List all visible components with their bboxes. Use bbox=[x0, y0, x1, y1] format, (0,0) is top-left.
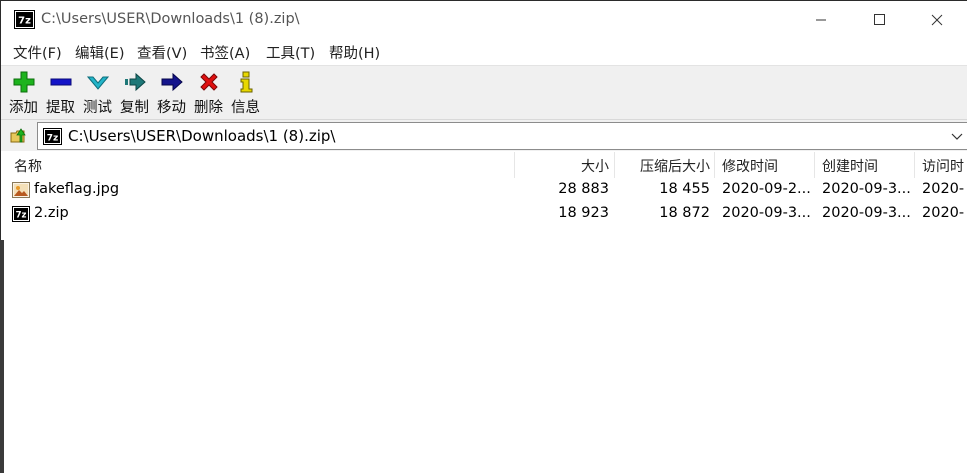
menu-bookmarks[interactable]: 书签(A) bbox=[200, 42, 250, 63]
menu-help[interactable]: 帮助(H) bbox=[329, 42, 380, 63]
info-label: 信息 bbox=[231, 100, 260, 116]
file-modified: 2020-09-2... bbox=[722, 181, 811, 197]
test-label: 测试 bbox=[83, 100, 112, 116]
copy-arrow-icon bbox=[125, 72, 146, 92]
extract-button[interactable]: 提取 bbox=[46, 66, 78, 120]
info-icon bbox=[240, 71, 253, 93]
column-divider[interactable] bbox=[814, 152, 815, 178]
plus-icon bbox=[13, 71, 35, 93]
folder-up-icon[interactable] bbox=[10, 126, 28, 144]
add-label: 添加 bbox=[9, 100, 38, 116]
test-button[interactable]: 测试 bbox=[83, 66, 115, 120]
window-title: C:\Users\USER\Downloads\1 (8).zip\ bbox=[41, 11, 300, 27]
menu-view[interactable]: 查看(V) bbox=[137, 42, 187, 63]
minus-icon bbox=[50, 78, 72, 86]
app-window: 7z C:\Users\USER\Downloads\1 (8).zip\ 文件… bbox=[0, 0, 967, 473]
file-name: fakeflag.jpg bbox=[34, 181, 120, 197]
copy-label: 复制 bbox=[120, 100, 149, 116]
move-arrow-icon bbox=[161, 72, 183, 92]
menu-bar: 文件(F) 编辑(E) 查看(V) 书签(A) 工具(T) 帮助(H) bbox=[1, 39, 967, 65]
svg-text:7z: 7z bbox=[16, 211, 27, 221]
background-edge bbox=[0, 240, 4, 473]
address-bar[interactable]: 7z C:\Users\USER\Downloads\1 (8).zip\ bbox=[37, 122, 967, 150]
toolbar: 添加 提取 测试 复制 移动 删除 信息 bbox=[1, 65, 967, 119]
file-created: 2020-09-3... bbox=[822, 205, 911, 221]
file-packed-size: 18 872 bbox=[659, 205, 710, 221]
table-row[interactable]: fakeflag.jpg 28 883 18 455 2020-09-2... … bbox=[6, 178, 967, 202]
svg-text:7z: 7z bbox=[47, 134, 59, 144]
menu-tools[interactable]: 工具(T) bbox=[266, 42, 315, 63]
move-button[interactable]: 移动 bbox=[157, 66, 189, 120]
column-divider[interactable] bbox=[614, 152, 615, 178]
7z-archive-icon: 7z bbox=[43, 128, 62, 145]
file-list: 名称 大小 压缩后大小 修改时间 创建时间 访问时 fakeflag.jpg 2… bbox=[6, 152, 967, 473]
column-divider[interactable] bbox=[914, 152, 915, 178]
column-divider[interactable] bbox=[714, 152, 715, 178]
delete-button[interactable]: 删除 bbox=[194, 66, 226, 120]
maximize-icon bbox=[874, 14, 885, 25]
minimize-icon bbox=[816, 19, 826, 21]
address-row: 7z C:\Users\USER\Downloads\1 (8).zip\ bbox=[1, 119, 967, 151]
column-modified[interactable]: 修改时间 bbox=[722, 152, 814, 178]
menu-edit[interactable]: 编辑(E) bbox=[75, 42, 124, 63]
delete-x-icon bbox=[200, 73, 218, 91]
file-accessed: 2020- bbox=[922, 205, 965, 221]
info-button[interactable]: 信息 bbox=[231, 66, 263, 120]
menu-file[interactable]: 文件(F) bbox=[13, 42, 62, 63]
copy-button[interactable]: 复制 bbox=[120, 66, 152, 120]
file-packed-size: 18 455 bbox=[659, 181, 710, 197]
column-size[interactable]: 大小 bbox=[516, 152, 609, 178]
table-row[interactable]: 7z 2.zip 18 923 18 872 2020-09-3... 2020… bbox=[6, 202, 967, 226]
close-icon bbox=[931, 14, 943, 26]
address-path: C:\Users\USER\Downloads\1 (8).zip\ bbox=[68, 127, 336, 145]
column-divider[interactable] bbox=[514, 152, 515, 178]
column-accessed[interactable]: 访问时 bbox=[922, 152, 967, 178]
file-accessed: 2020- bbox=[922, 181, 965, 197]
file-size: 28 883 bbox=[558, 181, 609, 197]
image-file-icon bbox=[12, 182, 30, 198]
extract-label: 提取 bbox=[46, 100, 75, 116]
checkmark-icon bbox=[87, 76, 109, 90]
move-label: 移动 bbox=[157, 100, 186, 116]
7z-archive-icon: 7z bbox=[12, 206, 30, 222]
file-size: 18 923 bbox=[558, 205, 609, 221]
minimize-button[interactable] bbox=[798, 1, 844, 39]
7z-icon: 7z bbox=[14, 10, 35, 29]
title-bar[interactable]: 7z C:\Users\USER\Downloads\1 (8).zip\ bbox=[1, 1, 967, 39]
column-created[interactable]: 创建时间 bbox=[822, 152, 914, 178]
column-name[interactable]: 名称 bbox=[14, 152, 504, 178]
svg-text:7z: 7z bbox=[18, 16, 31, 27]
add-button[interactable]: 添加 bbox=[9, 66, 41, 120]
chevron-down-icon[interactable] bbox=[950, 129, 964, 143]
column-packed-size[interactable]: 压缩后大小 bbox=[616, 152, 710, 178]
file-created: 2020-09-3... bbox=[822, 181, 911, 197]
file-name: 2.zip bbox=[34, 205, 69, 221]
maximize-button[interactable] bbox=[856, 1, 902, 39]
delete-label: 删除 bbox=[194, 100, 223, 116]
close-button[interactable] bbox=[914, 1, 960, 39]
file-modified: 2020-09-3... bbox=[722, 205, 811, 221]
